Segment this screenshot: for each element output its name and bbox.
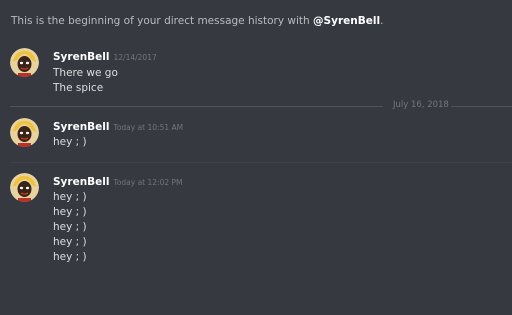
message-author[interactable]: SyrenBell 12/14/2017	[53, 51, 157, 63]
message-text: hey ; )	[53, 236, 87, 248]
message-author[interactable]: SyrenBell Today at 10:51 AM	[53, 121, 183, 133]
dm-history-intro: This is the beginning of your direct mes…	[11, 15, 383, 27]
message-timestamp: Today at 10:51 AM	[113, 123, 184, 132]
message-timestamp: 12/14/2017	[113, 53, 157, 62]
message-timestamp: Today at 12:02 PM	[113, 178, 183, 187]
message-text: hey ; )	[53, 136, 87, 148]
message-text: hey ; )	[53, 251, 87, 263]
message-text: There we go	[53, 67, 118, 79]
intro-text: This is the beginning of your direct mes…	[11, 15, 314, 27]
message-text: The spice	[53, 82, 104, 94]
message-text: hey ; )	[53, 206, 87, 218]
intro-suffix: .	[380, 15, 384, 27]
avatar-icon[interactable]	[10, 118, 39, 147]
message-author[interactable]: SyrenBell Today at 12:02 PM	[53, 176, 183, 188]
intro-mention[interactable]: @SyrenBell	[313, 15, 380, 27]
divider-line	[10, 106, 383, 107]
date-divider: July 16, 2018	[10, 100, 512, 110]
avatar-icon[interactable]	[10, 48, 39, 77]
group-divider	[10, 162, 512, 163]
date-divider-label: July 16, 2018	[393, 100, 449, 110]
divider-line	[451, 106, 512, 107]
message-text: hey ; )	[53, 191, 87, 203]
avatar-icon[interactable]	[10, 173, 39, 202]
message-text: hey ; )	[53, 221, 87, 233]
